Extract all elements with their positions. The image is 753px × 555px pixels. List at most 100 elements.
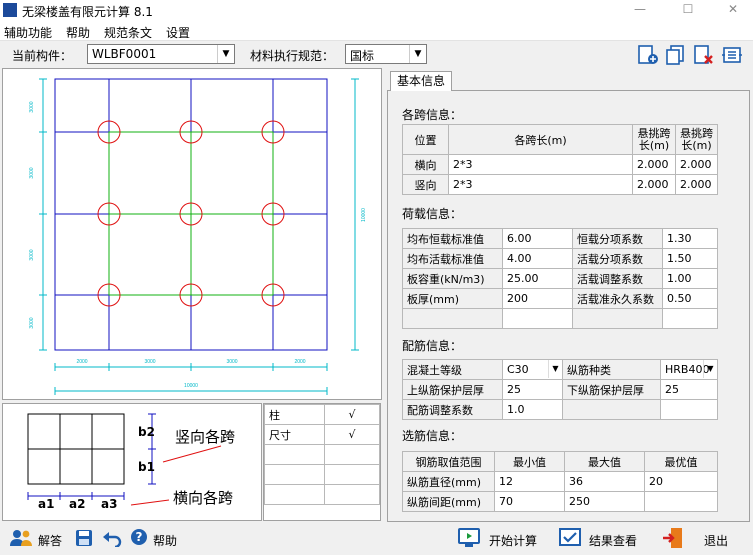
adjust-value[interactable]: 1.0 (502, 399, 563, 420)
load-value[interactable]: 25.00 (502, 268, 573, 289)
selection-max[interactable]: 36 (564, 471, 645, 492)
table-row[interactable]: 纵筋直径(mm) 12 36 20 (402, 471, 718, 492)
dim-left-3: 3000 (29, 249, 35, 260)
chevron-down-icon: ▼ (409, 45, 426, 63)
spans-header-cantilever-1: 悬挑跨长(m) (632, 124, 676, 155)
exit-icon[interactable] (662, 527, 684, 549)
copy-component-icon[interactable] (664, 44, 688, 66)
load-factor-label: 恒载分项系数 (572, 228, 663, 249)
load-factor-label: 活载调整系数 (572, 268, 663, 289)
minimize-button[interactable]: — (625, 2, 655, 18)
rebar-table[interactable]: 混凝土等级 C30 ▼ 纵筋种类 HRB400 ▼ 上纵筋保护层厚 25 下纵筋… (402, 359, 718, 420)
selection-header-opt: 最优值 (644, 451, 718, 472)
load-factor-value[interactable]: 1.30 (662, 228, 718, 249)
legend-a2: a2 (69, 497, 85, 511)
answer-button[interactable]: 解答 (38, 532, 62, 549)
menu-help[interactable]: 帮助 (66, 24, 90, 41)
table-row[interactable]: 板容重(kN/m3) 25.00 活载调整系数 1.00 (402, 268, 718, 289)
dim-left-2: 3000 (29, 167, 35, 178)
plan-drawing[interactable]: 3000 3000 3000 3000 10000 2000 3000 3000… (2, 68, 382, 400)
component-value: WLBF0001 (92, 47, 157, 61)
span-cantilever-1[interactable]: 2.000 (632, 174, 676, 195)
load-value[interactable]: 4.00 (502, 248, 573, 269)
top-cover-value[interactable]: 25 (502, 379, 563, 400)
load-label: 板容重(kN/m3) (402, 268, 503, 289)
start-calc-icon[interactable] (458, 528, 480, 548)
menu-code[interactable]: 规范条文 (104, 24, 152, 41)
view-results-icon[interactable] (559, 528, 581, 548)
load-factor-label: 活载准永久系数 (572, 288, 663, 309)
view-results-button[interactable]: 结果查看 (589, 532, 637, 549)
table-row[interactable]: 板厚(mm) 200 活载准永久系数 0.50 (402, 288, 718, 309)
selection-opt[interactable] (644, 491, 718, 512)
span-cantilever-2[interactable]: 2.000 (675, 174, 718, 195)
table-row[interactable]: 配筋调整系数 1.0 (402, 399, 718, 420)
menu-aux[interactable]: 辅助功能 (4, 24, 52, 41)
table-row[interactable]: 上纵筋保护层厚 25 下纵筋保护层厚 25 (402, 379, 718, 400)
spans-header-cantilever-2: 悬挑跨长(m) (675, 124, 718, 155)
legend-vertical-label: 竖向各跨 (175, 428, 235, 446)
bar-type-select[interactable]: HRB400 ▼ (660, 359, 718, 380)
spans-header-len: 各跨长(m) (448, 124, 633, 155)
selection-max[interactable]: 250 (564, 491, 645, 512)
selection-min[interactable]: 70 (494, 491, 565, 512)
load-factor-value[interactable]: 1.00 (662, 268, 718, 289)
load-table[interactable]: 均布恒载标准值 6.00 恒载分项系数 1.30 均布活载标准值 4.00 活载… (402, 228, 718, 329)
load-factor-value[interactable]: 1.50 (662, 248, 718, 269)
load-value[interactable]: 6.00 (502, 228, 573, 249)
selection-section-title: 选筋信息： (402, 429, 463, 443)
help-icon[interactable]: ? (130, 528, 148, 548)
span-len[interactable]: 2*3 (448, 174, 633, 195)
maximize-button[interactable]: ☐ (673, 2, 703, 18)
table-row[interactable]: 横向 2*3 2.000 2.000 (402, 154, 718, 175)
dim-right-total: 10000 (361, 208, 367, 222)
start-calc-button[interactable]: 开始计算 (489, 532, 537, 549)
table-row[interactable]: 均布恒载标准值 6.00 恒载分项系数 1.30 (402, 228, 718, 249)
load-value[interactable]: 200 (502, 288, 573, 309)
export-icon[interactable] (720, 44, 744, 66)
standard-select[interactable]: 国标 ▼ (345, 44, 427, 64)
load-factor-label: 活载分项系数 (572, 248, 663, 269)
span-len[interactable]: 2*3 (448, 154, 633, 175)
component-select[interactable]: WLBF0001 ▼ (87, 44, 235, 64)
tab-basic-info[interactable]: 基本信息 (390, 71, 452, 91)
delete-component-icon[interactable] (692, 44, 716, 66)
save-icon[interactable] (75, 529, 93, 547)
window-title: 无梁楼盖有限元计算 8.1 (22, 5, 153, 19)
selection-table[interactable]: 钢筋取值范围 最小值 最大值 最优值 纵筋直径(mm) 12 36 20 纵筋间… (402, 451, 718, 512)
dim-bottom-1: 2000 (76, 359, 87, 365)
close-button[interactable]: ✕ (718, 2, 748, 18)
check-mark[interactable]: √ (324, 404, 380, 425)
span-cantilever-1[interactable]: 2.000 (632, 154, 676, 175)
app-logo-icon (3, 3, 17, 17)
table-row[interactable]: 混凝土等级 C30 ▼ 纵筋种类 HRB400 ▼ (402, 359, 718, 380)
load-factor-value[interactable]: 0.50 (662, 288, 718, 309)
users-icon[interactable] (10, 528, 32, 548)
selection-min[interactable]: 12 (494, 471, 565, 492)
menu-settings[interactable]: 设置 (166, 24, 190, 41)
selection-header-min: 最小值 (494, 451, 565, 472)
add-component-icon[interactable] (636, 44, 660, 66)
dim-left-4: 3000 (29, 317, 35, 328)
check-mark[interactable]: √ (324, 424, 380, 445)
undo-icon[interactable] (102, 529, 122, 547)
empty-row (264, 464, 380, 485)
table-row[interactable]: 竖向 2*3 2.000 2.000 (402, 174, 718, 195)
bottom-cover-value[interactable]: 25 (660, 379, 718, 400)
spans-table[interactable]: 位置 各跨长(m) 悬挑跨长(m) 悬挑跨长(m) 横向 2*3 2.000 2… (402, 124, 718, 195)
legend-grid (27, 413, 125, 485)
table-row[interactable]: 均布活载标准值 4.00 活载分项系数 1.50 (402, 248, 718, 269)
spans-section-title: 各跨信息： (402, 108, 463, 122)
concrete-select[interactable]: C30 ▼ (502, 359, 563, 380)
display-options: 柱 √ 尺寸 √ (263, 403, 381, 521)
selection-opt[interactable]: 20 (644, 471, 718, 492)
exit-button[interactable]: 退出 (704, 532, 728, 549)
span-cantilever-2[interactable]: 2.000 (675, 154, 718, 175)
help-button[interactable]: 帮助 (153, 532, 177, 549)
rebar-section-title: 配筋信息： (402, 339, 463, 353)
check-row[interactable]: 柱 √ (264, 404, 380, 425)
selection-header-range: 钢筋取值范围 (402, 451, 495, 472)
check-row[interactable]: 尺寸 √ (264, 424, 380, 445)
table-row[interactable]: 纵筋间距(mm) 70 250 (402, 491, 718, 512)
load-label: 均布恒载标准值 (402, 228, 503, 249)
